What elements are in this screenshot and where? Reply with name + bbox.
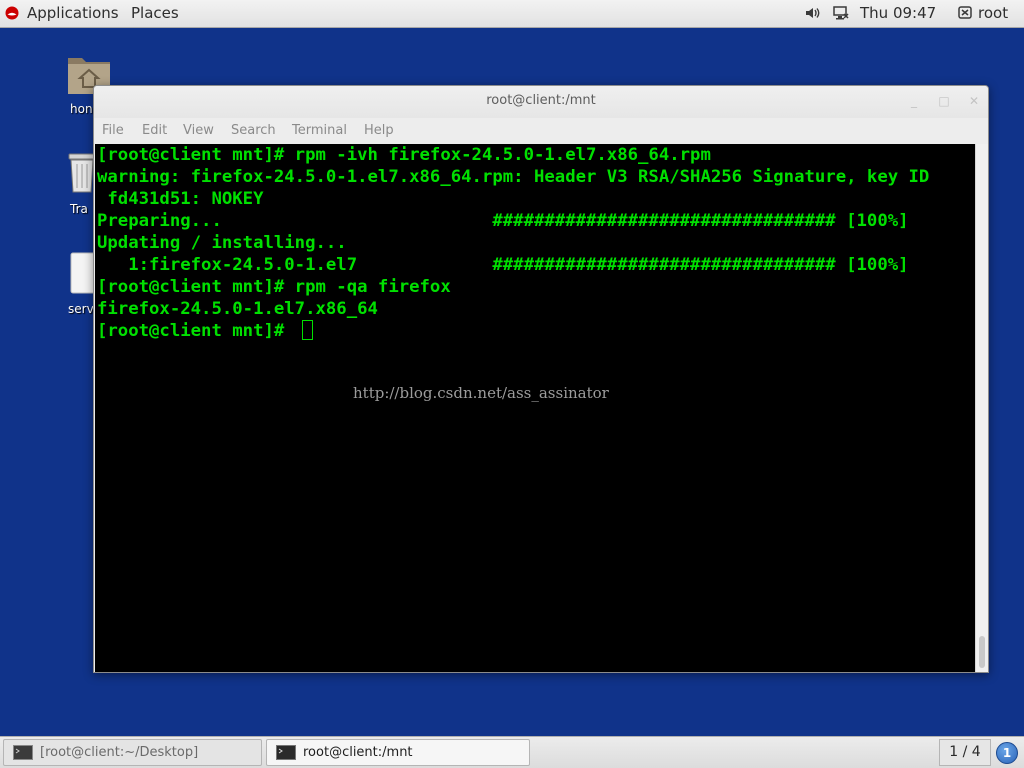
watermark-text: http://blog.csdn.net/ass_assinator	[353, 384, 609, 402]
task-label: root@client:/mnt	[303, 745, 413, 760]
terminal-prompt-line: [root@client mnt]#	[97, 321, 295, 341]
terminal-icon	[13, 745, 33, 760]
places-menu[interactable]: Places	[131, 5, 179, 22]
bottom-panel: [root@client:~/Desktop] root@client:/mnt…	[0, 736, 1024, 768]
clock[interactable]: Thu 09:47	[860, 5, 936, 22]
terminal-cursor	[302, 320, 313, 340]
menu-help[interactable]: Help	[364, 123, 394, 139]
terminal-line: 1:firefox-24.5.0-1.el7 #################…	[97, 255, 909, 275]
terminal-line: [root@client mnt]# rpm -ivh firefox-24.5…	[97, 145, 711, 165]
user-menu-icon[interactable]	[957, 5, 973, 21]
network-icon[interactable]	[832, 5, 850, 21]
menu-terminal[interactable]: Terminal	[292, 123, 347, 139]
task-mnt-terminal[interactable]: root@client:/mnt	[266, 739, 530, 766]
close-button[interactable]: ✕	[967, 94, 981, 108]
terminal-output[interactable]: [root@client mnt]# rpm -ivh firefox-24.5…	[95, 144, 975, 672]
terminal-line: [root@client mnt]# rpm -qa firefox	[97, 277, 451, 297]
terminal-line: warning: firefox-24.5.0-1.el7.x86_64.rpm…	[97, 167, 930, 187]
menu-file[interactable]: File	[102, 123, 124, 139]
minimize-button[interactable]: _	[907, 94, 921, 108]
desktop-icon-label[interactable]: serv	[68, 302, 94, 316]
terminal-scrollbar[interactable]	[975, 144, 988, 672]
terminal-window: root@client:/mnt _ □ ✕ File Edit View Se…	[93, 85, 989, 673]
volume-icon[interactable]	[804, 5, 822, 21]
terminal-line: Preparing... ###########################…	[97, 211, 909, 231]
terminal-line: fd431d51: NOKEY	[97, 189, 264, 209]
desktop-icon-label[interactable]: hon	[70, 102, 93, 116]
window-title: root@client:/mnt	[486, 93, 596, 108]
scrollbar-thumb[interactable]	[979, 636, 985, 668]
applications-menu[interactable]: Applications	[27, 5, 119, 22]
workspace-switcher[interactable]: 1 / 4	[939, 739, 991, 766]
window-titlebar[interactable]: root@client:/mnt _ □ ✕	[94, 86, 988, 118]
menu-edit[interactable]: Edit	[142, 123, 167, 139]
notification-badge[interactable]: 1	[996, 742, 1018, 764]
menu-search[interactable]: Search	[231, 123, 276, 139]
redhat-logo-icon[interactable]	[5, 6, 19, 20]
maximize-button[interactable]: □	[937, 94, 951, 108]
terminal-line: firefox-24.5.0-1.el7.x86_64	[97, 299, 378, 319]
task-label: [root@client:~/Desktop]	[40, 745, 199, 760]
terminal-icon	[276, 745, 296, 760]
menubar: File Edit View Search Terminal Help	[94, 120, 988, 142]
trash-icon[interactable]	[68, 152, 96, 194]
task-desktop-terminal[interactable]: [root@client:~/Desktop]	[3, 739, 262, 766]
user-menu[interactable]: root	[978, 5, 1008, 22]
desktop-icon-label[interactable]: Tra	[70, 202, 88, 216]
terminal-line: Updating / installing...	[97, 233, 347, 253]
top-panel: Applications Places Thu 09:47 root	[0, 0, 1024, 28]
menu-view[interactable]: View	[183, 123, 214, 139]
